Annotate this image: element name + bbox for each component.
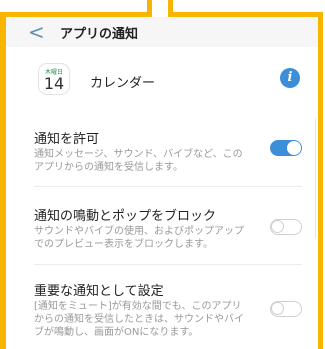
setting-title: 通知の鳴動とポップをブロック xyxy=(34,209,217,224)
block-sound-popup-toggle[interactable] xyxy=(270,219,302,235)
calendar-app-icon: 木曜日 14 xyxy=(38,63,70,95)
setting-description: 通知メッセージ、サウンド、バイブなど、このアプリからの通知を受信します。 xyxy=(34,149,243,173)
setting-description: サウンドやバイブの使用、およびポップアップでのプレビュー表示をブロックします。 xyxy=(34,226,244,250)
setting-description: [通知をミュート]が有効な間でも、このアプリからの通知を受信したときは、サウンド… xyxy=(34,301,244,338)
calendar-icon-date: 14 xyxy=(43,74,65,93)
highlight-frame-right xyxy=(318,12,323,349)
app-info-row: 木曜日 14 カレンダー i xyxy=(6,63,318,107)
screen: < アプリの通知 木曜日 14 カレンダー i 通知を許可 通知メッセージ、サウ… xyxy=(0,0,325,349)
highlight-frame-top-right xyxy=(173,12,323,17)
divider xyxy=(34,264,302,265)
highlight-frame-connector xyxy=(147,0,173,17)
toggle-knob xyxy=(271,302,284,315)
highlight-frame-top-left xyxy=(0,12,147,17)
setting-title: 重要な通知として設定 xyxy=(34,284,164,299)
important-notification-toggle[interactable] xyxy=(270,301,302,317)
highlight-frame-left xyxy=(0,14,6,349)
back-chevron-icon[interactable]: < xyxy=(28,22,45,42)
page-title: アプリの通知 xyxy=(60,27,139,42)
app-name: カレンダー xyxy=(90,76,156,91)
toggle-knob xyxy=(271,220,284,233)
setting-title: 通知を許可 xyxy=(34,132,100,147)
toggle-knob xyxy=(287,141,301,155)
app-notifications-page: < アプリの通知 木曜日 14 カレンダー i 通知を許可 通知メッセージ、サウ… xyxy=(6,17,318,349)
allow-notifications-toggle[interactable] xyxy=(270,140,302,156)
info-icon[interactable]: i xyxy=(280,68,300,88)
app-bar: < アプリの通知 xyxy=(6,17,318,47)
divider xyxy=(34,186,302,187)
